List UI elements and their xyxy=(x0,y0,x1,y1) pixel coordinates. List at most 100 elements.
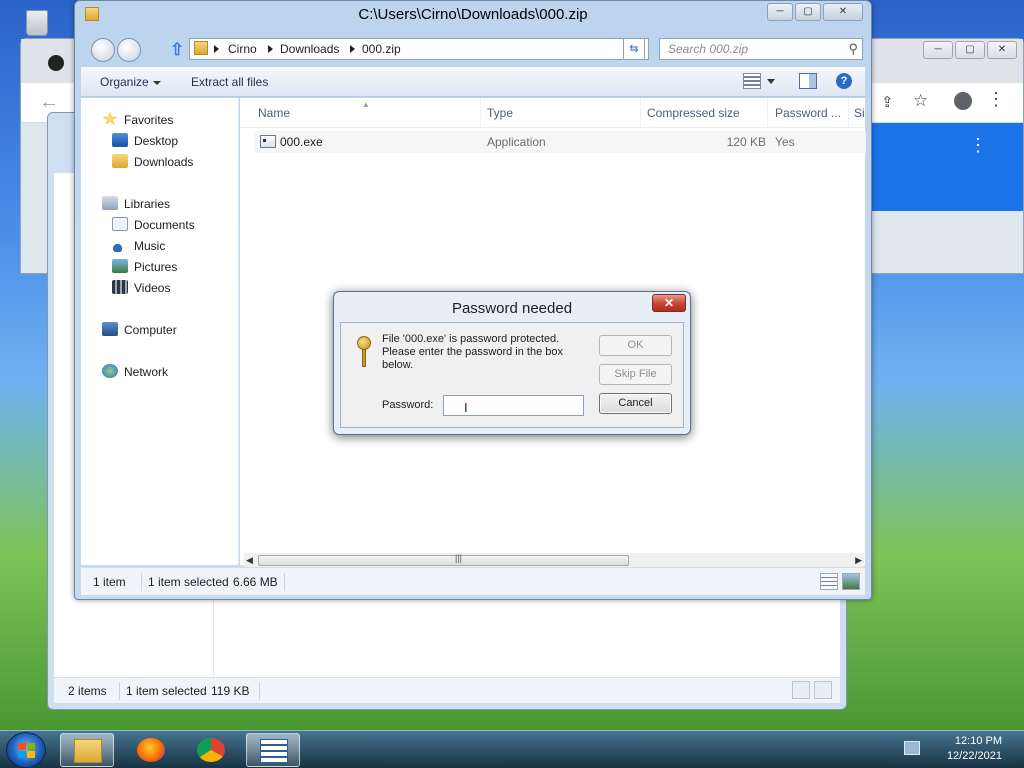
preview-view-icon[interactable] xyxy=(814,681,832,699)
column-size[interactable]: Si xyxy=(854,106,864,120)
nav-pictures[interactable]: Pictures xyxy=(112,259,177,274)
page-header-band: ⋮ xyxy=(851,123,1023,211)
view-dropdown-icon[interactable] xyxy=(767,79,775,84)
back-arrow-icon[interactable]: ← xyxy=(39,91,59,114)
key-icon xyxy=(355,336,373,368)
password-input[interactable]: Ι xyxy=(443,395,584,416)
column-type[interactable]: Type xyxy=(487,106,513,120)
maximize-button[interactable]: ▢ xyxy=(955,41,985,59)
details-view-icon[interactable] xyxy=(820,573,838,590)
table-row[interactable]: 000.exe Application 120 KB Yes xyxy=(254,131,866,153)
address-bar[interactable]: ⇧ Cirno Downloads 000.zip xyxy=(170,38,649,60)
navigation-pane: Favorites Desktop Downloads Libraries Do… xyxy=(81,98,239,565)
nav-videos[interactable]: Videos xyxy=(112,280,170,295)
close-button[interactable]: ✕ xyxy=(987,41,1017,59)
dialog-close-button[interactable]: ✕ xyxy=(652,294,686,312)
help-icon[interactable]: ? xyxy=(836,73,852,89)
star-icon xyxy=(102,112,118,125)
column-separator[interactable] xyxy=(640,98,641,128)
file-name: 000.exe xyxy=(280,135,323,149)
ok-button[interactable]: OK xyxy=(599,335,672,356)
organize-menu[interactable]: Organize xyxy=(100,75,161,89)
cancel-button[interactable]: Cancel xyxy=(599,393,672,414)
status-size: 6.66 MB xyxy=(233,575,278,589)
nav-documents[interactable]: Documents xyxy=(112,217,195,232)
menu-kebab-icon[interactable]: ⋮ xyxy=(987,89,1005,110)
minimize-button[interactable]: ─ xyxy=(923,41,953,59)
network-icon xyxy=(102,364,118,378)
taskbar: 12:10 PM 12/22/2021 xyxy=(0,730,1024,768)
scrollbar-thumb[interactable]: ||| xyxy=(258,553,629,566)
column-separator[interactable] xyxy=(480,98,481,128)
system-tray: 12:10 PM 12/22/2021 xyxy=(904,731,1024,768)
preview-pane-icon[interactable] xyxy=(799,73,817,89)
scroll-right-icon[interactable]: ▶ xyxy=(855,555,862,566)
recycle-bin-icon[interactable] xyxy=(18,6,56,36)
status-item-count: 2 items xyxy=(68,684,107,698)
breadcrumb-cirno[interactable]: Cirno xyxy=(228,42,257,56)
nav-network[interactable]: Network xyxy=(102,364,168,379)
column-separator[interactable] xyxy=(767,98,768,128)
status-selected: 1 item selected xyxy=(148,575,229,589)
search-field[interactable]: Search 000.zip ⚲ xyxy=(659,38,863,60)
taskbar-chrome[interactable] xyxy=(184,733,238,767)
taskbar-tasklist[interactable] xyxy=(246,733,300,767)
taskbar-explorer[interactable] xyxy=(60,733,114,767)
column-headers: ▲ Name Type Compressed size Password ...… xyxy=(240,98,865,128)
nav-music[interactable]: Music xyxy=(112,238,165,253)
nav-label: Libraries xyxy=(124,197,171,211)
start-button[interactable] xyxy=(6,732,46,768)
nav-desktop[interactable]: Desktop xyxy=(112,133,178,148)
breadcrumb-downloads[interactable]: Downloads xyxy=(280,42,339,56)
nav-label: Favorites xyxy=(124,113,174,127)
share-icon[interactable]: ⇪ xyxy=(881,93,894,111)
documents-icon xyxy=(112,217,128,231)
skip-file-button[interactable]: Skip File xyxy=(599,364,672,385)
minimize-button[interactable]: ─ xyxy=(767,3,793,21)
nav-computer[interactable]: Computer xyxy=(102,322,177,337)
nav-libraries[interactable]: Libraries xyxy=(102,196,170,211)
desktop-icon xyxy=(112,133,128,147)
network-status-icon[interactable] xyxy=(904,741,920,755)
page-menu-icon[interactable]: ⋮ xyxy=(969,135,987,156)
up-arrow-icon[interactable]: ⇧ xyxy=(170,40,184,60)
chrome-icon xyxy=(197,738,225,762)
nav-label: Videos xyxy=(134,281,171,295)
pictures-icon xyxy=(112,259,128,273)
text-cursor-icon: Ι xyxy=(464,400,468,415)
view-options-icon[interactable] xyxy=(743,73,761,89)
column-name[interactable]: Name xyxy=(258,106,290,120)
forward-button[interactable] xyxy=(117,38,141,62)
nav-downloads[interactable]: Downloads xyxy=(112,154,193,169)
taskbar-firefox[interactable] xyxy=(124,733,178,767)
clock[interactable]: 12:10 PM 12/22/2021 xyxy=(947,734,1002,764)
column-password[interactable]: Password ... xyxy=(775,106,841,120)
search-icon[interactable]: ⚲ xyxy=(848,41,858,57)
back-button[interactable] xyxy=(91,38,115,62)
breadcrumb-arrow-icon[interactable] xyxy=(350,45,355,53)
column-separator[interactable] xyxy=(848,98,849,128)
breadcrumb-arrow-icon[interactable] xyxy=(214,45,219,53)
breadcrumb-zip[interactable]: 000.zip xyxy=(362,42,401,56)
close-button[interactable]: ✕ xyxy=(823,3,863,21)
libraries-icon xyxy=(102,196,118,210)
application-file-icon xyxy=(260,135,276,148)
details-view-icon[interactable] xyxy=(792,681,810,699)
github-icon[interactable] xyxy=(48,55,64,71)
extract-all-button[interactable]: Extract all files xyxy=(191,75,268,89)
refresh-button[interactable]: ⇆ xyxy=(623,38,645,60)
file-type: Application xyxy=(487,135,546,149)
maximize-button[interactable]: ▢ xyxy=(795,3,821,21)
column-compressed-size[interactable]: Compressed size xyxy=(647,106,740,120)
account-icon[interactable] xyxy=(954,92,972,110)
nav-favorites[interactable]: Favorites xyxy=(102,112,173,127)
file-password: Yes xyxy=(775,135,795,149)
nav-label: Desktop xyxy=(134,134,179,148)
large-icons-view-icon[interactable] xyxy=(842,573,860,590)
checklist-icon xyxy=(260,739,288,763)
sort-arrow-icon: ▲ xyxy=(362,100,370,109)
breadcrumb-arrow-icon[interactable] xyxy=(268,45,273,53)
windows-logo-icon xyxy=(18,743,36,759)
bookmark-star-icon[interactable]: ☆ xyxy=(913,91,928,111)
scroll-left-icon[interactable]: ◀ xyxy=(246,555,253,566)
